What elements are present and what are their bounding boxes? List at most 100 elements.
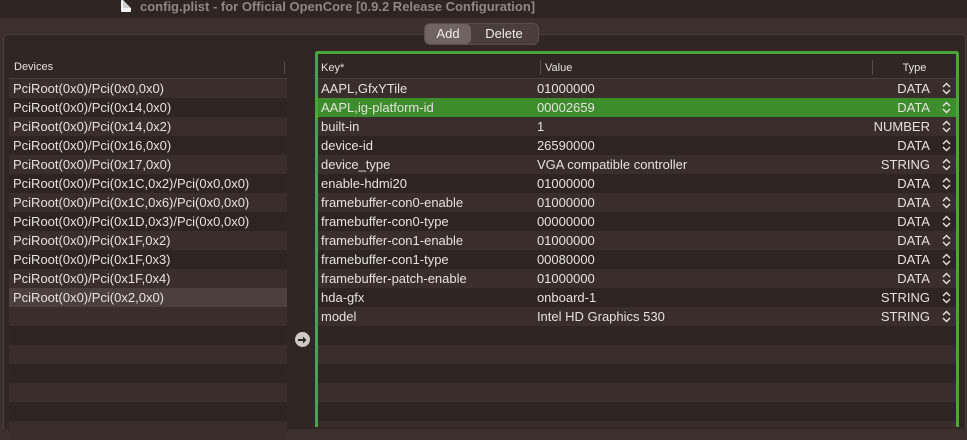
device-row[interactable]: PciRoot(0x0)/Pci(0x2,0x0) [9, 288, 287, 307]
property-value[interactable]: VGA compatible controller [533, 155, 853, 174]
devices-column-header[interactable]: Devices [9, 57, 287, 79]
device-row[interactable]: PciRoot(0x0)/Pci(0x0,0x0) [9, 79, 287, 98]
property-type-select[interactable]: DATA [853, 212, 956, 231]
property-type-select[interactable]: DATA [853, 231, 956, 250]
properties-list: AAPL,GfxYTile 01000000 DATA AAPL,ig-platfor… [318, 79, 956, 427]
property-type-select[interactable]: STRING [853, 288, 956, 307]
device-row[interactable]: PciRoot(0x0)/Pci(0x1D,0x3)/Pci(0x0,0x0) [9, 212, 287, 231]
property-row[interactable]: framebuffer-patch-enable 01000000 DATA [318, 269, 956, 288]
property-value[interactable]: 01000000 [533, 79, 853, 98]
property-key[interactable]: framebuffer-con0-enable [318, 193, 533, 212]
property-key[interactable]: model [318, 307, 533, 326]
property-value[interactable]: 01000000 [533, 193, 853, 212]
add-delete-segmented-control: Add Delete [424, 23, 539, 45]
property-type-select[interactable]: DATA [853, 193, 956, 212]
property-type-select[interactable]: DATA [853, 136, 956, 155]
chevron-updown-icon[interactable] [942, 310, 951, 323]
type-column-header[interactable]: Type [873, 54, 956, 78]
property-value[interactable]: 00080000 [533, 250, 853, 269]
chevron-updown-icon[interactable] [942, 291, 951, 304]
empty-row [9, 402, 287, 421]
device-row[interactable]: PciRoot(0x0)/Pci(0x1C,0x6)/Pci(0x0,0x0) [9, 193, 287, 212]
property-value[interactable]: Intel HD Graphics 530 [533, 307, 853, 326]
property-type-select[interactable]: DATA [853, 79, 956, 98]
empty-row [318, 345, 956, 364]
property-key[interactable]: AAPL,ig-platform-id [318, 98, 533, 117]
property-value[interactable]: 01000000 [533, 231, 853, 250]
property-row[interactable]: model Intel HD Graphics 530 STRING [318, 307, 956, 326]
device-row[interactable]: PciRoot(0x0)/Pci(0x17,0x0) [9, 155, 287, 174]
property-row[interactable]: built-in 1 NUMBER [318, 117, 956, 136]
chevron-updown-icon[interactable] [942, 272, 951, 285]
property-value[interactable]: onboard-1 [533, 288, 853, 307]
property-row[interactable]: AAPL,ig-platform-id 00002659 DATA [318, 98, 956, 117]
property-key[interactable]: framebuffer-con0-type [318, 212, 533, 231]
delete-button[interactable]: Delete [471, 24, 537, 44]
property-type-select[interactable]: DATA [853, 269, 956, 288]
empty-row [318, 364, 956, 383]
property-key[interactable]: framebuffer-patch-enable [318, 269, 533, 288]
key-column-header[interactable]: Key* [318, 54, 541, 78]
chevron-updown-icon[interactable] [942, 234, 951, 247]
property-type-select[interactable]: DATA [853, 174, 956, 193]
property-row[interactable]: framebuffer-con0-enable 01000000 DATA [318, 193, 956, 212]
property-row[interactable]: device-id 26590000 DATA [318, 136, 956, 155]
devices-table: Devices PciRoot(0x0)/Pci(0x0,0x0) PciRoot… [9, 57, 287, 440]
property-value[interactable]: 01000000 [533, 269, 853, 288]
property-value[interactable]: 01000000 [533, 174, 853, 193]
chevron-updown-icon[interactable] [942, 82, 951, 95]
chevron-updown-icon[interactable] [942, 177, 951, 190]
value-column-header[interactable]: Value [541, 54, 873, 78]
property-key[interactable]: enable-hdmi20 [318, 174, 533, 193]
document-icon [121, 0, 131, 12]
property-type-select[interactable]: STRING [853, 307, 956, 326]
property-key[interactable]: device_type [318, 155, 533, 174]
property-type-select[interactable]: NUMBER [853, 117, 956, 136]
property-key[interactable]: framebuffer-con1-type [318, 250, 533, 269]
empty-row [9, 421, 287, 440]
add-button[interactable]: Add [425, 24, 471, 44]
property-value[interactable]: 00000000 [533, 212, 853, 231]
chevron-updown-icon[interactable] [942, 158, 951, 171]
device-row[interactable]: PciRoot(0x0)/Pci(0x1F,0x4) [9, 269, 287, 288]
empty-row [9, 364, 287, 383]
property-value[interactable]: 1 [533, 117, 853, 136]
empty-row [9, 307, 287, 326]
device-row[interactable]: PciRoot(0x0)/Pci(0x14,0x2) [9, 117, 287, 136]
property-row[interactable]: framebuffer-con0-type 00000000 DATA [318, 212, 956, 231]
devices-list: PciRoot(0x0)/Pci(0x0,0x0) PciRoot(0x0)/Pc… [9, 79, 287, 440]
property-key[interactable]: built-in [318, 117, 533, 136]
property-type-select[interactable]: STRING [853, 155, 956, 174]
device-row[interactable]: PciRoot(0x0)/Pci(0x1F,0x3) [9, 250, 287, 269]
property-type-select[interactable]: DATA [853, 250, 956, 269]
property-row[interactable]: framebuffer-con1-type 00080000 DATA [318, 250, 956, 269]
property-row[interactable]: AAPL,GfxYTile 01000000 DATA [318, 79, 956, 98]
device-row[interactable]: PciRoot(0x0)/Pci(0x1C,0x2)/Pci(0x0,0x0) [9, 174, 287, 193]
property-value[interactable]: 00002659 [533, 98, 853, 117]
property-key[interactable]: AAPL,GfxYTile [318, 79, 533, 98]
property-key[interactable]: framebuffer-con1-enable [318, 231, 533, 250]
arrow-right-circle-icon[interactable] [295, 332, 310, 347]
window-title: config.plist - for Official OpenCore [0.… [140, 0, 536, 14]
empty-row [318, 383, 956, 402]
chevron-updown-icon[interactable] [942, 196, 951, 209]
chevron-updown-icon[interactable] [942, 120, 951, 133]
property-row[interactable]: framebuffer-con1-enable 01000000 DATA [318, 231, 956, 250]
property-type-select[interactable]: DATA [853, 98, 956, 117]
property-row[interactable]: device_type VGA compatible controller STRI… [318, 155, 956, 174]
empty-row [9, 345, 287, 364]
chevron-updown-icon[interactable] [942, 101, 951, 114]
device-row[interactable]: PciRoot(0x0)/Pci(0x14,0x0) [9, 98, 287, 117]
property-row[interactable]: enable-hdmi20 01000000 DATA [318, 174, 956, 193]
chevron-updown-icon[interactable] [942, 139, 951, 152]
properties-header-row: Key* Value Type [318, 54, 956, 79]
chevron-updown-icon[interactable] [942, 215, 951, 228]
device-row[interactable]: PciRoot(0x0)/Pci(0x1F,0x2) [9, 231, 287, 250]
title-bar: config.plist - for Official OpenCore [0.… [0, 0, 967, 18]
property-key[interactable]: hda-gfx [318, 288, 533, 307]
chevron-updown-icon[interactable] [942, 253, 951, 266]
property-value[interactable]: 26590000 [533, 136, 853, 155]
device-row[interactable]: PciRoot(0x0)/Pci(0x16,0x0) [9, 136, 287, 155]
property-key[interactable]: device-id [318, 136, 533, 155]
property-row[interactable]: hda-gfx onboard-1 STRING [318, 288, 956, 307]
